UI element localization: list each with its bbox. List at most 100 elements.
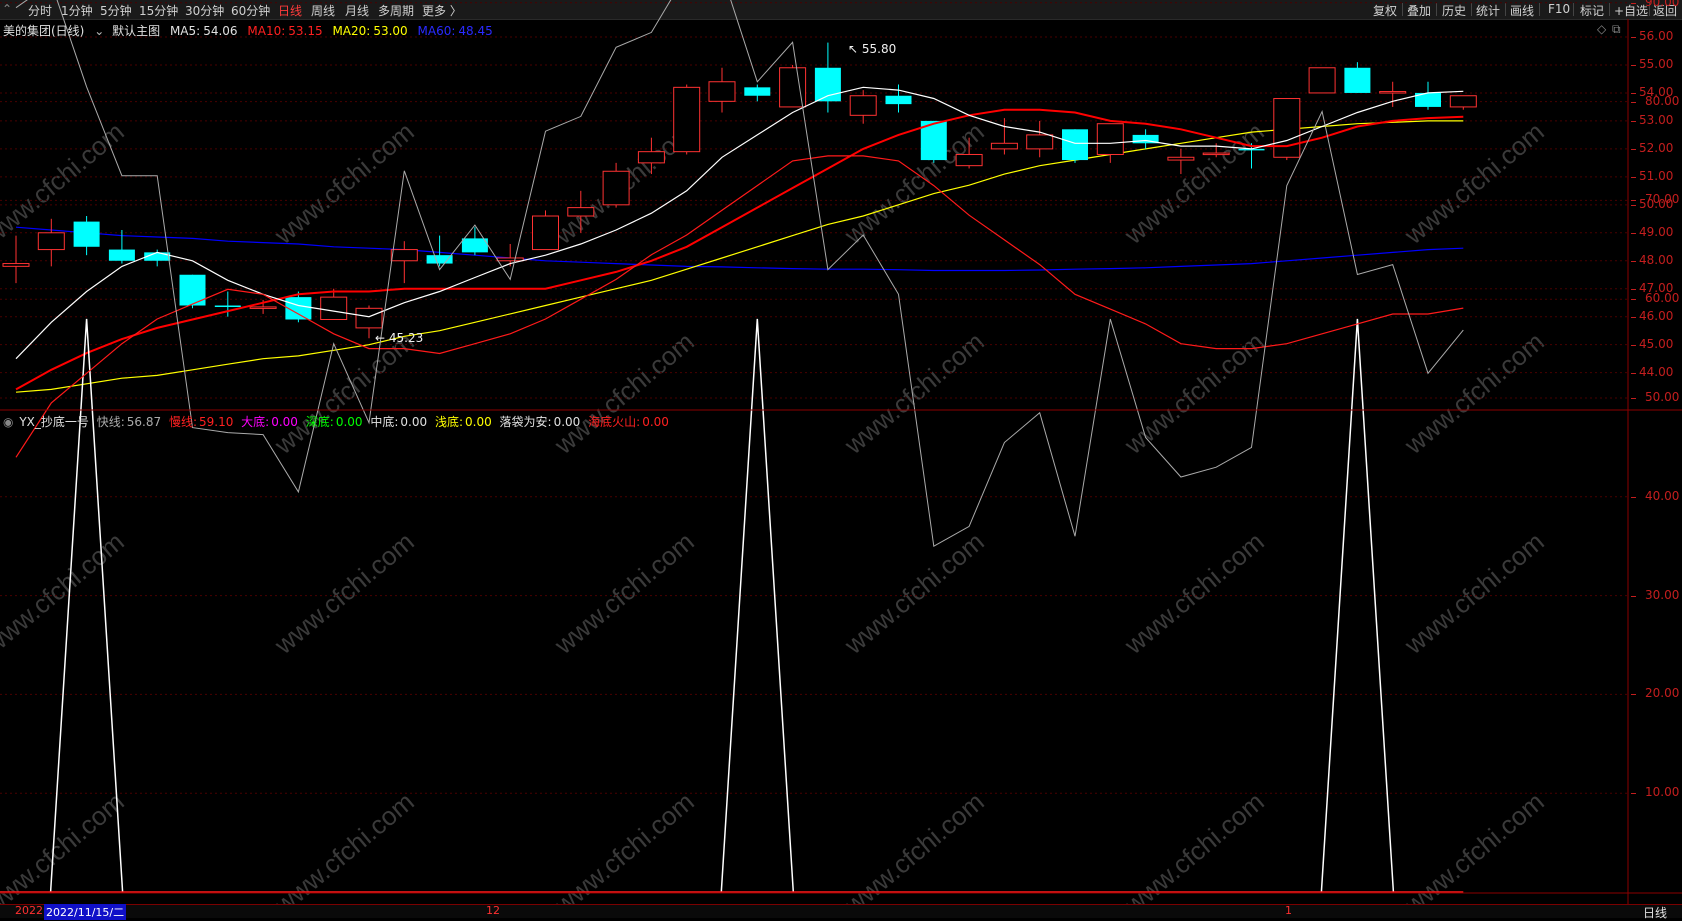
indicator-tick-mark (1631, 694, 1636, 696)
candle-body (744, 87, 771, 96)
stock-title[interactable]: 美的集团(日线) (3, 24, 84, 38)
ma5-value: 54.06 (203, 24, 238, 38)
candle-body (496, 257, 524, 262)
template-name[interactable]: 默认主图 (112, 24, 160, 38)
ma10-label: MA10: (247, 24, 286, 38)
watermark-layer: www.cfchi.com www.cfchi.com www.cfchi.com w… (0, 116, 1550, 917)
price-tick-mark (1631, 204, 1636, 206)
bottom-signal-spike (1320, 318, 1395, 893)
candle-body (73, 221, 100, 247)
candle-body (1344, 67, 1371, 93)
qiandi-label: 浅底: (434, 415, 463, 429)
candle-body (849, 95, 877, 116)
watermark-text: www.cfchi.com (838, 116, 990, 250)
indicator-tick: 80.00 (1645, 93, 1680, 108)
candle (390, 241, 418, 284)
indicator-tick: 20.00 (1645, 686, 1680, 701)
gear-icon[interactable]: ◉ (3, 415, 13, 429)
ma60-label: MA60: (417, 24, 456, 38)
price-tick: 44.00 (1639, 364, 1674, 379)
indicator-tick-mark (1631, 101, 1636, 103)
watermark-text: www.cfchi.com (1398, 326, 1550, 460)
candle-body (708, 81, 736, 102)
price-tick: 46.00 (1639, 308, 1674, 323)
indicator-tick: 60.00 (1645, 291, 1680, 306)
price-tick-mark (1631, 232, 1636, 234)
candle (885, 84, 912, 113)
indicator-tick-mark (1631, 200, 1636, 202)
watermark-text: www.cfchi.com (838, 526, 990, 660)
price-tick-mark (1631, 64, 1636, 66)
kline-chart[interactable]: www.cfchi.com www.cfchi.com www.cfchi.com w… (0, 0, 1682, 917)
watermark-text: www.cfchi.com (1398, 786, 1550, 917)
candle (2, 235, 30, 284)
arrow-icon: ↖ (848, 42, 862, 56)
watermark-text: www.cfchi.com (838, 326, 990, 460)
indicator-tick-mark (1631, 595, 1636, 597)
watermark-text: www.cfchi.com (1118, 526, 1270, 660)
low-value: 45.23 (388, 331, 424, 345)
candle-body (532, 215, 559, 251)
bottom-signal-spike (720, 318, 795, 893)
candle (1379, 81, 1407, 107)
qiandi-value: 0.00 (465, 415, 492, 429)
candle-body (1273, 98, 1301, 158)
candle (1273, 98, 1301, 161)
price-tick-mark (1631, 92, 1636, 94)
candle-body (426, 255, 453, 264)
dadi-label: 大底: (241, 415, 270, 429)
price-tick: 53.00 (1639, 112, 1674, 127)
price-tick-mark (1631, 176, 1636, 178)
month-12-label: 12 (486, 904, 500, 917)
period-label: 日线 (1643, 906, 1668, 920)
candle-body (1308, 67, 1336, 94)
haidi-value: 0.00 (642, 415, 669, 429)
low-annotation: ← 45.23 (375, 331, 423, 345)
indicator-tick: 50.00 (1645, 390, 1680, 404)
candle-body (602, 170, 630, 206)
candle (744, 84, 771, 102)
cursor-date: 2022/11/15/二 (44, 904, 127, 920)
candle-body (1449, 95, 1477, 108)
candle-body (1202, 152, 1230, 156)
price-tick: 52.00 (1639, 140, 1674, 155)
ma20-value: 53.00 (373, 24, 408, 38)
candle-body (2, 263, 30, 267)
zhongdi-label: 中底: (370, 415, 399, 429)
fast-line (15, 0, 1464, 547)
price-tick: 55.00 (1639, 56, 1674, 71)
watermark-text: www.cfchi.com (0, 786, 130, 917)
candle (1132, 129, 1159, 149)
candle (1449, 95, 1477, 110)
watermark-text: www.cfchi.com (0, 116, 130, 250)
window-icon[interactable]: ⧉ (1612, 22, 1621, 37)
candle-body (355, 307, 383, 329)
chevron-down-icon[interactable]: ⌄ (94, 24, 104, 38)
slow-value: 59.10 (198, 415, 234, 429)
candle (37, 218, 65, 267)
indicator-tick-mark (1631, 2, 1636, 4)
watermark-text: www.cfchi.com (548, 786, 700, 917)
candle-body (461, 238, 488, 253)
candle-body (214, 305, 241, 308)
ma20-label: MA20: (332, 24, 371, 38)
slow-label: 慢线: (168, 415, 197, 429)
candle (849, 90, 877, 124)
candle (426, 235, 453, 267)
diamond-icon[interactable]: ◇ (1597, 22, 1606, 36)
watermark-text: www.cfchi.com (268, 116, 420, 250)
candle-body (320, 296, 348, 320)
watermark-text: www.cfchi.com (548, 326, 700, 460)
candle-body (1062, 129, 1088, 161)
candle-body (249, 306, 277, 309)
price-tick: 51.00 (1639, 168, 1674, 183)
month-1-label: 1 (1285, 904, 1292, 917)
candle (1026, 120, 1054, 158)
candle (673, 84, 701, 155)
indicator-tick: 70.00 (1645, 192, 1680, 207)
watermark-text: www.cfchi.com (268, 526, 420, 660)
indicator-name[interactable]: YX_抄底一号 (19, 415, 89, 429)
ma5-label: MA5: (169, 24, 201, 38)
indicator-header: ◉ YX_抄底一号 快线: 56.87 慢线: 59.10 大底: 0.00 深底: 0… (3, 413, 669, 430)
indicator-tick-mark (1631, 299, 1636, 301)
